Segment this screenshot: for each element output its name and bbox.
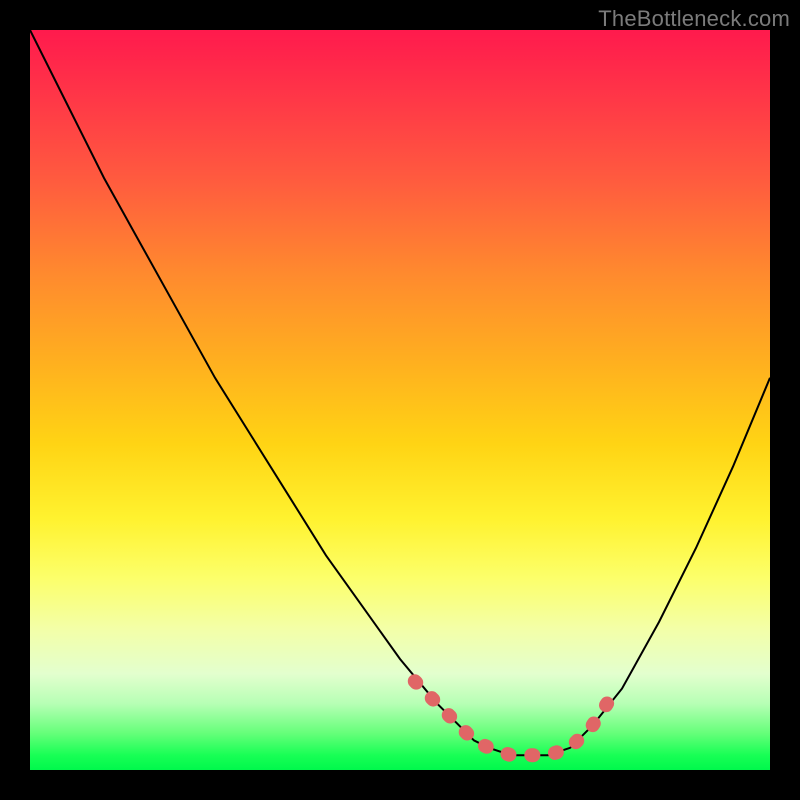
plot-area	[30, 30, 770, 770]
bottleneck-curve-line	[30, 30, 770, 755]
optimal-range-highlight	[415, 681, 607, 755]
curve-svg	[30, 30, 770, 770]
watermark-text: TheBottleneck.com	[598, 6, 790, 32]
chart-frame: TheBottleneck.com	[0, 0, 800, 800]
